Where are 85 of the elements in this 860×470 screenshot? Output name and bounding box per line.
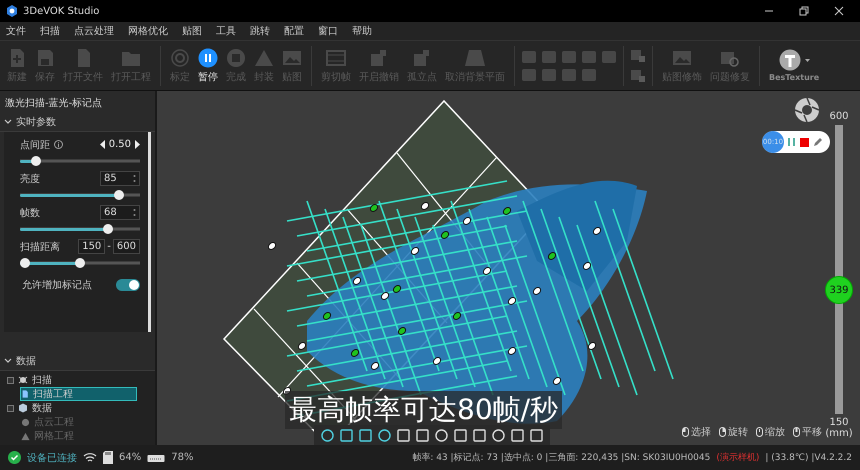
texture-logo-icon xyxy=(777,49,812,71)
status-info: 帧率: 43 |标记点: 73 |选中点: 0 |三角面: 220,435 |SN: SK03IU0H0045 xyxy=(412,452,710,464)
range-dash: - xyxy=(107,241,111,252)
slider-thumb[interactable] xyxy=(20,258,30,268)
squares-icon xyxy=(412,48,432,68)
check-icon xyxy=(8,451,21,464)
collapse-toggle[interactable] xyxy=(7,376,14,384)
param-label: 点间距 xyxy=(20,138,50,152)
mouse-hint: 缩放 xyxy=(765,426,785,439)
tree-item[interactable]: 扫描工程 xyxy=(20,387,137,401)
plane-icon xyxy=(465,48,485,68)
texture-button[interactable]: BesTexture xyxy=(766,49,822,82)
distance-slider-thumb[interactable]: 339 xyxy=(825,276,853,304)
triangle-icon xyxy=(21,432,30,440)
triangle-icon xyxy=(254,48,274,68)
pen-icon[interactable] xyxy=(813,138,822,146)
slider-thumb[interactable] xyxy=(114,190,124,200)
connection-status: 设备已连接 xyxy=(27,452,77,464)
menu-item[interactable]: 配置 xyxy=(284,24,304,38)
info-icon xyxy=(54,140,63,149)
mouse-icon xyxy=(719,427,726,437)
distance-slider-track[interactable]: 339 xyxy=(825,125,853,414)
menu-item[interactable]: 网格优化 xyxy=(128,24,168,38)
menu-item[interactable]: 工具 xyxy=(216,24,236,38)
sd-card-icon xyxy=(103,451,113,464)
number-field[interactable]: 68 xyxy=(100,205,140,220)
range-min-field[interactable]: 150 xyxy=(78,239,106,254)
spin-arrows-icon[interactable] xyxy=(133,208,136,217)
menu-item[interactable]: 文件 xyxy=(6,24,26,38)
tree-item[interactable]: 数据 xyxy=(6,401,137,415)
camera-shutter-icon[interactable] xyxy=(794,97,820,123)
squares-icon xyxy=(369,48,389,68)
disk-percent: 78% xyxy=(171,452,194,463)
menu-item[interactable]: 点云处理 xyxy=(74,24,114,38)
menu-item[interactable]: 跳转 xyxy=(250,24,270,38)
mouse-icon xyxy=(793,427,800,437)
save-icon xyxy=(35,48,55,68)
mouse-icon xyxy=(756,427,763,437)
video-caption: 最高帧率可达80帧/秒 xyxy=(285,391,562,429)
panel-title: 激光扫描-蓝光-标记点 xyxy=(4,96,104,111)
close-icon xyxy=(834,6,844,16)
menu-item[interactable]: 贴图 xyxy=(182,24,202,38)
unit-label: (mm) xyxy=(825,428,853,439)
mouse-icon xyxy=(682,427,689,437)
collapse-toggle[interactable] xyxy=(7,404,14,412)
slider-thumb[interactable] xyxy=(31,156,41,166)
param-label: 扫描距离 xyxy=(20,240,60,254)
wifi-icon xyxy=(83,452,97,464)
film-icon xyxy=(326,48,346,68)
number-field[interactable]: 85 xyxy=(100,171,140,186)
increase-icon[interactable] xyxy=(135,140,140,149)
mouse-hint: 平移 xyxy=(802,426,822,439)
tree-item[interactable]: 扫描 xyxy=(6,373,137,387)
stepper-value: 0.50 xyxy=(108,139,131,150)
window-title: 3DeVOK Studio xyxy=(23,6,100,16)
toolbar-button[interactable]: 暂停 xyxy=(195,48,221,84)
demo-warning: (演示样机) xyxy=(716,452,760,464)
param-label: 亮度 xyxy=(20,172,40,186)
target-icon xyxy=(170,48,190,68)
spin-arrows-icon[interactable] xyxy=(133,174,136,183)
pause-icon xyxy=(198,48,218,68)
pause-icon[interactable] xyxy=(788,137,796,147)
param-label: 允许增加标记点 xyxy=(22,278,92,292)
status-version: | (33.8℃) |V4.2.2.2 xyxy=(765,452,852,462)
scanner-icon xyxy=(18,375,28,385)
file-icon xyxy=(21,389,29,399)
menu-item[interactable]: 扫描 xyxy=(40,24,60,38)
slider-thumb[interactable] xyxy=(75,258,85,268)
decrease-icon[interactable] xyxy=(100,140,105,149)
slider-thumb[interactable] xyxy=(102,224,112,234)
stop-icon[interactable] xyxy=(800,138,809,146)
menu-item[interactable]: 窗口 xyxy=(318,24,338,38)
param-label: 帧数 xyxy=(20,206,40,220)
range-max-label: 600 xyxy=(829,111,849,122)
restore-icon xyxy=(799,6,809,16)
hard-drive-icon xyxy=(147,452,166,462)
range-max-field[interactable]: 600 xyxy=(112,239,140,254)
mouse-hint: 旋转 xyxy=(728,426,748,439)
mouse-hint: 选择 xyxy=(691,426,711,439)
storage-percent: 64% xyxy=(119,452,142,463)
toggle-switch[interactable] xyxy=(116,278,140,290)
menu-item[interactable]: 帮助 xyxy=(352,24,372,38)
stop-icon xyxy=(226,48,246,68)
range-min-label: 150 xyxy=(829,417,849,428)
app-logo-icon xyxy=(6,5,18,17)
